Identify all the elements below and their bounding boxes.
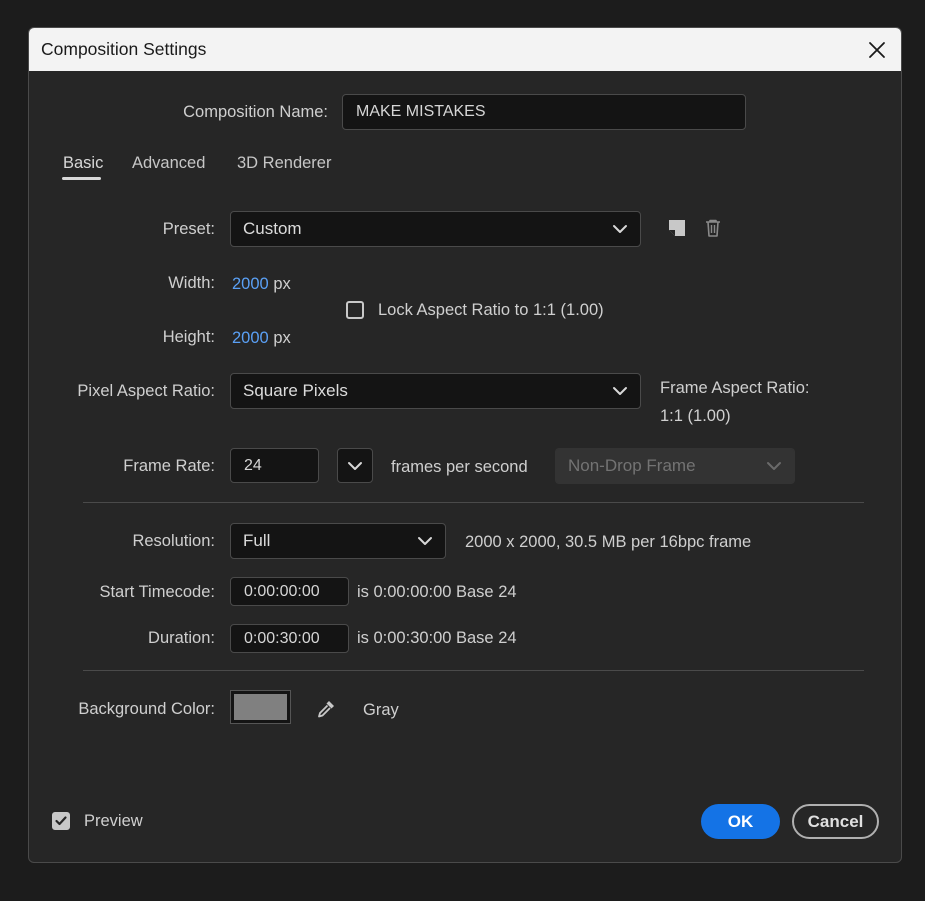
duration-value: 0:00:30:00	[244, 629, 320, 647]
checkmark-icon	[55, 816, 67, 826]
save-preset-icon	[669, 220, 685, 236]
duration-is: is 0:00:30:00	[357, 629, 452, 647]
height-unit: px	[273, 329, 291, 347]
save-preset-button[interactable]	[667, 218, 689, 240]
start-timecode-is: is 0:00:00:00	[357, 583, 452, 601]
frame-rate-input[interactable]: 24	[230, 448, 319, 483]
resolution-dropdown[interactable]: Full	[230, 523, 446, 559]
height-field[interactable]: 2000 px	[232, 329, 291, 348]
dialog-title: Composition Settings	[41, 39, 207, 59]
delete-preset-button[interactable]	[703, 218, 725, 240]
divider	[83, 502, 864, 503]
comp-name-input[interactable]: MAKE MISTAKES	[342, 94, 746, 130]
preview-label: Preview	[84, 812, 143, 830]
resolution-value: Full	[243, 531, 271, 550]
tab-basic-underline	[62, 177, 101, 180]
divider	[83, 670, 864, 671]
frame-rate-dropdown-button[interactable]	[337, 448, 373, 483]
eyedropper-button[interactable]	[315, 698, 337, 720]
title-bar: Composition Settings	[29, 28, 901, 71]
close-icon	[869, 42, 885, 58]
comp-name-label: Composition Name:	[183, 103, 328, 121]
height-value: 2000	[232, 329, 269, 347]
eyedropper-icon	[318, 701, 334, 718]
frame-rate-value: 24	[244, 456, 262, 474]
tab-basic[interactable]: Basic	[63, 154, 103, 173]
preview-checkbox[interactable]	[52, 812, 70, 830]
preset-dropdown[interactable]: Custom	[230, 211, 641, 247]
start-timecode-base: Base 24	[456, 583, 517, 601]
trash-icon	[706, 219, 720, 237]
chevron-down-icon	[348, 461, 362, 470]
pixel-aspect-label: Pixel Aspect Ratio:	[77, 382, 215, 400]
chevron-down-icon	[613, 225, 627, 233]
pixel-aspect-value: Square Pixels	[243, 381, 348, 400]
frame-aspect-label: Frame Aspect Ratio:	[660, 379, 810, 397]
composition-settings-dialog: Composition Settings Composition Name: M…	[28, 27, 902, 863]
frame-rate-unit: frames per second	[391, 458, 528, 476]
tab-3d-renderer[interactable]: 3D Renderer	[237, 154, 331, 173]
background-color-label: Background Color:	[78, 700, 215, 718]
ok-button[interactable]: OK	[701, 804, 780, 839]
background-color-swatch[interactable]	[230, 690, 291, 724]
drop-frame-value: Non-Drop Frame	[568, 456, 696, 475]
chevron-down-icon	[418, 537, 432, 545]
duration-input[interactable]: 0:00:30:00	[230, 624, 349, 653]
preset-value: Custom	[243, 219, 302, 238]
lock-aspect-label: Lock Aspect Ratio to 1:1 (1.00)	[378, 301, 604, 319]
tab-advanced[interactable]: Advanced	[132, 154, 205, 173]
duration-label: Duration:	[148, 629, 215, 647]
width-value: 2000	[232, 275, 269, 293]
frame-rate-label: Frame Rate:	[123, 457, 215, 475]
start-timecode-input[interactable]: 0:00:00:00	[230, 577, 349, 606]
width-unit: px	[273, 275, 291, 293]
background-color-name: Gray	[363, 701, 399, 719]
frame-aspect-value: 1:1 (1.00)	[660, 407, 731, 425]
drop-frame-dropdown: Non-Drop Frame	[555, 448, 795, 484]
background-color-fill	[234, 694, 287, 720]
chevron-down-icon	[767, 462, 781, 470]
preset-label: Preset:	[162, 220, 215, 238]
chevron-down-icon	[613, 387, 627, 395]
pixel-aspect-dropdown[interactable]: Square Pixels	[230, 373, 641, 409]
close-button[interactable]	[863, 36, 891, 64]
lock-aspect-checkbox[interactable]	[346, 301, 364, 319]
height-label: Height:	[162, 328, 215, 346]
width-field[interactable]: 2000 px	[232, 275, 291, 294]
duration-base: Base 24	[456, 629, 517, 647]
comp-name-value: MAKE MISTAKES	[356, 103, 486, 120]
width-label: Width:	[168, 274, 215, 292]
start-timecode-value: 0:00:00:00	[244, 582, 320, 600]
resolution-info: 2000 x 2000, 30.5 MB per 16bpc frame	[465, 533, 752, 551]
start-timecode-label: Start Timecode:	[99, 583, 215, 601]
cancel-button[interactable]: Cancel	[792, 804, 879, 839]
resolution-label: Resolution:	[132, 532, 215, 550]
